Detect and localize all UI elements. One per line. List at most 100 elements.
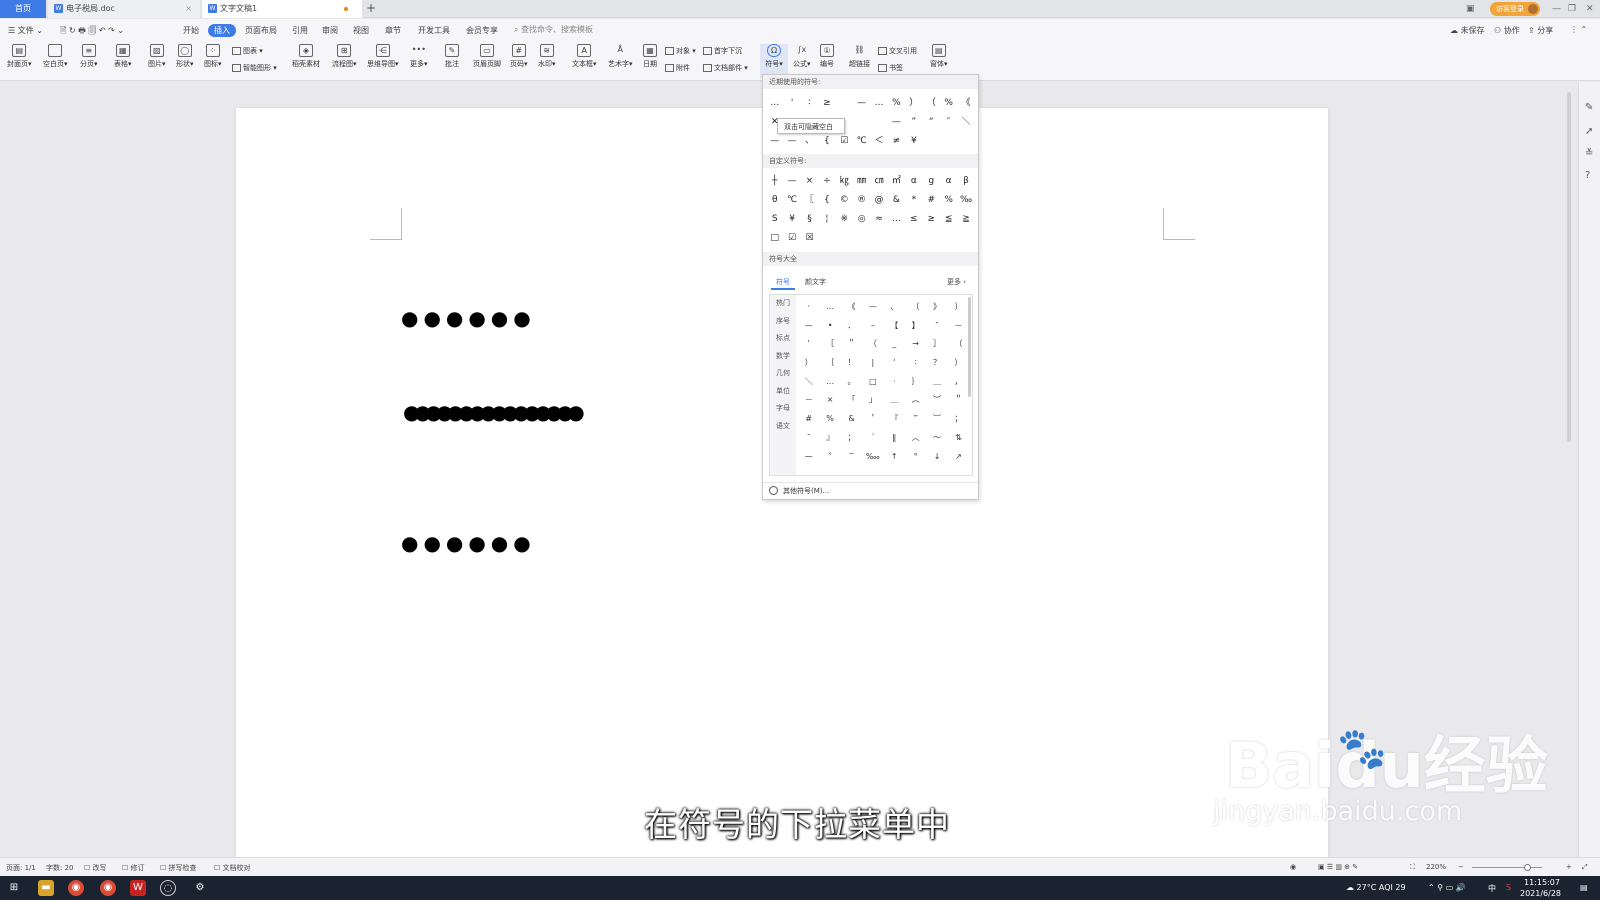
custom-symbol[interactable]: α	[905, 172, 922, 191]
page-break-button[interactable]: ≡ 分页▾	[80, 44, 98, 69]
cross-ref-button[interactable]: 交叉引用	[878, 46, 917, 56]
symbol-cell[interactable]: …	[819, 298, 840, 317]
form-button[interactable]: ▤ 窗体▾	[930, 44, 948, 69]
recent-symbol[interactable]: …	[766, 94, 783, 113]
symbol-cell[interactable]: ¯	[798, 429, 819, 448]
symbol-cell[interactable]: □	[862, 373, 883, 392]
custom-symbol[interactable]: &	[888, 191, 905, 210]
symbol-cell[interactable]: %	[819, 410, 840, 429]
custom-symbol[interactable]: ◎	[853, 210, 870, 229]
page-number-button[interactable]: # 页码▾	[510, 44, 528, 69]
view-mode-icons[interactable]: ▣ ☰ ▥ ⊕ ✎	[1318, 863, 1358, 871]
help-icon[interactable]: ?	[1585, 170, 1590, 181]
symbol-cell[interactable]: –	[862, 317, 883, 336]
symbol-cell[interactable]: ‴	[905, 410, 926, 429]
custom-symbol[interactable]: ≦	[940, 210, 957, 229]
symbol-cell[interactable]: °	[905, 448, 926, 467]
tab-symbols[interactable]: 符号	[771, 274, 795, 290]
symbol-cell[interactable]: ︶	[926, 391, 947, 410]
symbol-cell[interactable]: 。	[841, 373, 862, 392]
symbol-cell[interactable]: ∶	[905, 354, 926, 373]
clock-time[interactable]: 11:15:07	[1524, 878, 1560, 887]
symbol-category[interactable]: 单位	[770, 383, 796, 401]
revise-toggle[interactable]: ☐ 修订	[122, 863, 145, 873]
symbol-cell[interactable]: &	[841, 410, 862, 429]
symbol-cell[interactable]: ‾	[841, 448, 862, 467]
menu-insert[interactable]: 插入	[208, 24, 236, 37]
recent-symbol[interactable]: ）	[905, 94, 922, 113]
symbol-cell[interactable]: 『	[884, 410, 905, 429]
symbol-cell[interactable]: ″	[926, 317, 947, 336]
bookmark-button[interactable]: 书签	[878, 63, 903, 73]
formula-button[interactable]: ∫x 公式▾	[793, 44, 811, 69]
share-button[interactable]: ⇪ 分享	[1528, 25, 1553, 36]
recent-symbol[interactable]: ≥	[818, 94, 835, 113]
comment-button[interactable]: ✎ 批注	[445, 44, 459, 69]
custom-symbol[interactable]: ‰	[957, 191, 974, 210]
recent-symbol[interactable]: %	[940, 94, 957, 113]
custom-symbol[interactable]: α	[940, 172, 957, 191]
symbol-cell[interactable]: ↓	[926, 448, 947, 467]
symbol-category[interactable]: 序号	[770, 313, 796, 331]
symbol-cell[interactable]: ´	[862, 429, 883, 448]
recent-symbol[interactable]: '	[783, 94, 800, 113]
zoom-in-icon[interactable]: +	[1566, 863, 1572, 871]
chart-button[interactable]: 图表 ▾	[232, 46, 263, 56]
symbol-cell[interactable]: ？	[926, 354, 947, 373]
wordart-button[interactable]: Å 艺术字▾	[608, 44, 633, 69]
symbol-button[interactable]: Ω 符号▾	[760, 44, 788, 78]
custom-symbol[interactable]: ☑	[783, 229, 800, 248]
flowchart-button[interactable]: ⊞ 流程图▾	[332, 44, 357, 69]
drop-cap-button[interactable]: 首字下沉	[703, 46, 742, 56]
symbol-cell[interactable]: ．	[841, 317, 862, 336]
symbol-cell[interactable]: ＿	[926, 373, 947, 392]
textbox-button[interactable]: A 文本框▾	[572, 44, 597, 69]
menu-start[interactable]: 开始	[183, 24, 199, 37]
blank-page-button[interactable]: 空白页▾	[43, 44, 68, 69]
custom-symbol[interactable]: {	[818, 191, 835, 210]
custom-symbol[interactable]: %	[940, 191, 957, 210]
table-button[interactable]: ▦ 表格▾	[114, 44, 132, 69]
symbol-cell[interactable]: 「	[841, 391, 862, 410]
recent-symbol[interactable]: ≠	[888, 132, 905, 151]
word-count[interactable]: 字数: 20	[46, 863, 74, 873]
menu-page-layout[interactable]: 页面布局	[245, 24, 277, 37]
symbol-cell[interactable]: '	[798, 335, 819, 354]
zoom-level[interactable]: 220%	[1426, 863, 1446, 871]
symbol-cell[interactable]: ↗	[948, 448, 969, 467]
symbol-cell[interactable]: 』	[819, 429, 840, 448]
antivirus-icon[interactable]: S	[1506, 883, 1511, 892]
app-icon[interactable]: ◌	[160, 880, 176, 896]
symbol-cell[interactable]: ＼	[798, 373, 819, 392]
recent-symbol[interactable]: ＜	[870, 132, 887, 151]
symbol-category[interactable]: 数学	[770, 348, 796, 366]
clock-date[interactable]: 2021/6/28	[1520, 889, 1561, 898]
wps-icon[interactable]: W	[130, 880, 146, 896]
symbol-cell[interactable]: ·	[798, 298, 819, 317]
symbol-cell[interactable]: ＇	[862, 410, 883, 429]
symbol-cell[interactable]: ｛	[819, 354, 840, 373]
custom-symbol[interactable]: ※	[836, 210, 853, 229]
cover-page-button[interactable]: ▤ 封面页▾	[7, 44, 32, 69]
hyperlink-button[interactable]: ⛓ 超链接	[849, 44, 870, 69]
symbol-cell[interactable]: 》	[926, 298, 947, 317]
menu-view[interactable]: 视图	[353, 24, 369, 37]
recent-symbol[interactable]: ¥	[905, 132, 922, 151]
more-link[interactable]: 更多 ›	[947, 274, 966, 290]
symbol-cell[interactable]: （	[948, 335, 969, 354]
smart-graphic-button[interactable]: 智能图形 ▾	[232, 63, 277, 73]
symbol-cell[interactable]: ·	[884, 373, 905, 392]
overwrite-toggle[interactable]: ☐ 改写	[84, 863, 107, 873]
custom-symbol[interactable]: ℃	[783, 191, 800, 210]
recent-symbol[interactable]	[836, 94, 853, 113]
symbol-cell[interactable]: #	[798, 410, 819, 429]
symbol-cell[interactable]: ；	[841, 429, 862, 448]
custom-symbol[interactable]: ┼	[766, 172, 783, 191]
symbol-cell[interactable]: 〕	[948, 298, 969, 317]
icon-lib-button[interactable]: ⁘ 图标▾	[204, 44, 222, 69]
custom-symbol[interactable]: θ	[766, 191, 783, 210]
restore-icon[interactable]: ❐	[1568, 0, 1576, 18]
custom-symbol[interactable]: ㎡	[888, 172, 905, 191]
custom-symbol[interactable]: S	[766, 210, 783, 229]
recent-symbol[interactable]: …	[870, 94, 887, 113]
